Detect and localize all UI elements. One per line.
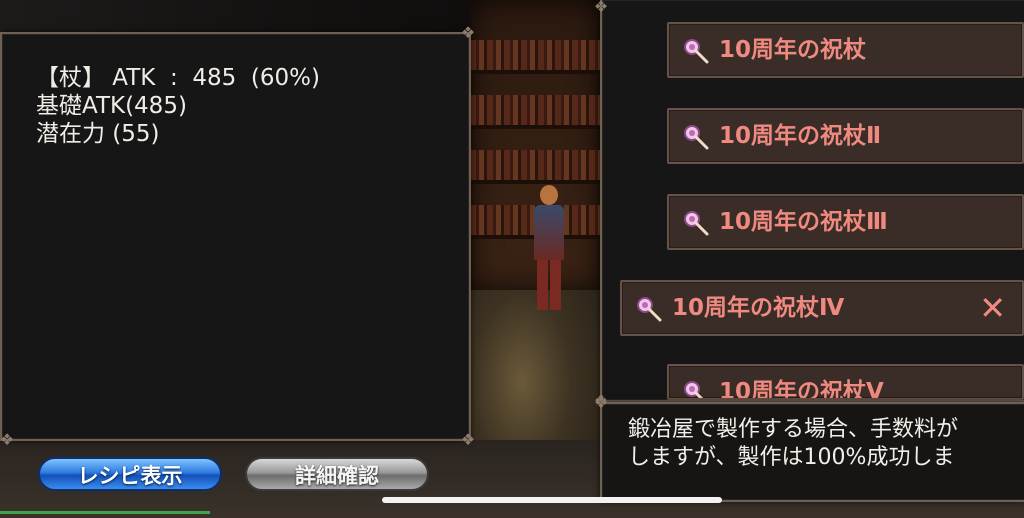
item-label: 10周年の祝杖Ⅱ: [719, 123, 882, 149]
recipe-button[interactable]: レシピ表示: [38, 457, 222, 491]
message-line: 鍛冶屋で製作する場合、手数料が: [628, 417, 959, 442]
list-item[interactable]: 10周年の祝杖Ⅲ: [667, 194, 1024, 250]
player-character: [524, 185, 574, 315]
item-label: 10周年の祝杖Ⅲ: [719, 209, 888, 235]
list-item[interactable]: 10周年の祝杖Ⅴ: [667, 364, 1024, 400]
message-line: しますが、製作は100%成功しま: [628, 445, 955, 470]
shelf-row: [470, 40, 600, 74]
item-label: 10周年の祝杖Ⅴ: [719, 379, 884, 400]
base-atk-line: 基礎ATK(485): [36, 93, 187, 119]
staff-icon: [637, 297, 662, 322]
character-head: [540, 185, 558, 205]
item-label: 10周年の祝杖: [719, 37, 867, 63]
staff-icon: [684, 125, 709, 150]
item-label: 10周年の祝杖Ⅳ: [672, 295, 845, 321]
shelf-row: [470, 150, 600, 184]
detail-button[interactable]: 詳細確認: [245, 457, 429, 491]
corner-ornament-icon: ❖: [0, 430, 15, 449]
weapon-atk-line: 【杖】 ATK : 485 (60%): [36, 65, 320, 91]
corner-ornament-icon: ❖: [460, 23, 476, 42]
corner-ornament-icon: ❖: [593, 0, 609, 16]
remove-icon[interactable]: ✕: [979, 290, 1006, 326]
loading-bar: [0, 511, 210, 514]
weapon-info-panel: 【杖】 ATK : 485 (60%) 基礎ATK(485) 潜在力 (55) …: [0, 23, 475, 449]
corner-ornament-icon: ❖: [460, 430, 476, 449]
shelf-row: [470, 95, 600, 129]
list-item[interactable]: 10周年の祝杖Ⅱ: [667, 108, 1024, 164]
staff-icon: [684, 39, 709, 64]
character-legs: [537, 260, 561, 310]
potential-line: 潜在力 (55): [36, 121, 160, 147]
home-indicator[interactable]: [382, 497, 722, 503]
staff-icon: [684, 381, 704, 398]
corner-ornament-icon: ❖: [593, 393, 609, 412]
list-item[interactable]: 10周年の祝杖: [667, 22, 1024, 78]
message-panel: 鍛冶屋で製作する場合、手数料が しますが、製作は100%成功しま ❖: [594, 393, 1024, 502]
character-body: [534, 205, 564, 260]
staff-icon: [684, 211, 709, 236]
list-item-selected[interactable]: 10周年の祝杖Ⅳ ✕: [620, 280, 1024, 336]
